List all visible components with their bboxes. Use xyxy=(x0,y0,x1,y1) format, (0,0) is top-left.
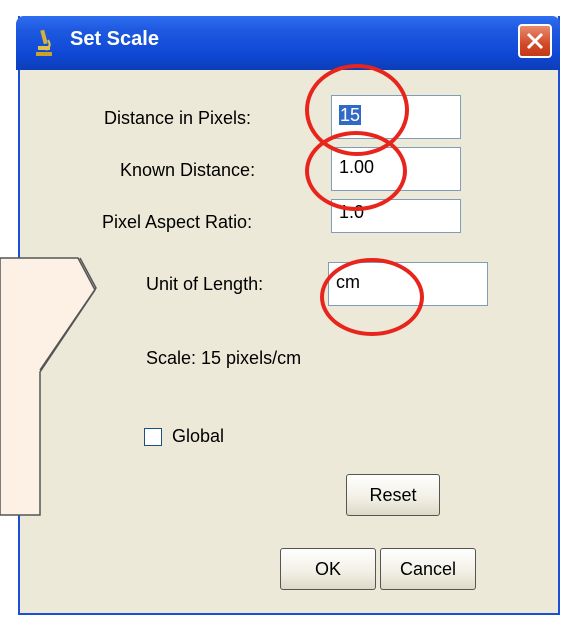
annotation-circle-unit xyxy=(320,258,424,336)
speech-bubble-callout xyxy=(0,257,97,516)
annotation-circle-known xyxy=(305,131,407,211)
